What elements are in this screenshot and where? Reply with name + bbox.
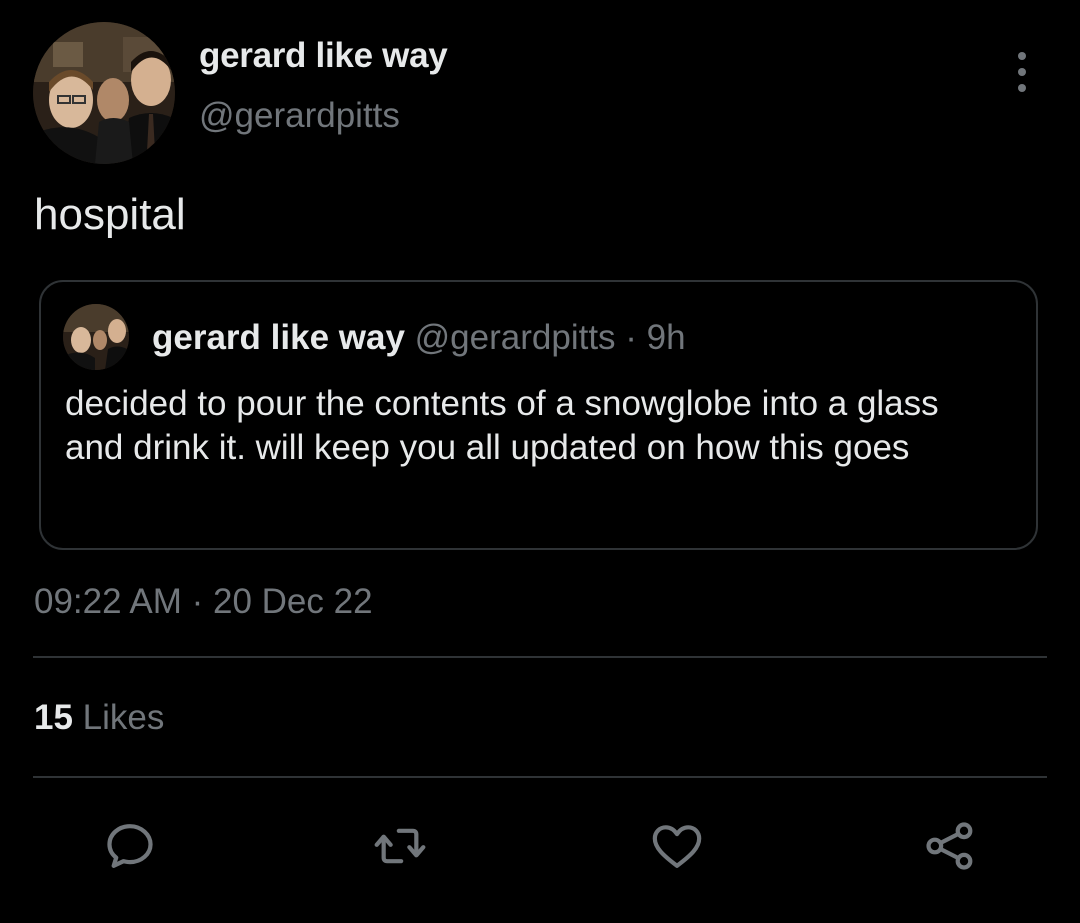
retweet-icon: [374, 828, 426, 864]
like-button[interactable]: [649, 818, 705, 874]
divider: [33, 776, 1047, 778]
avatar-photo: [33, 22, 175, 164]
divider: [33, 656, 1047, 658]
quoted-avatar-photo: [63, 304, 129, 370]
author-avatar[interactable]: [33, 22, 175, 164]
quoted-meta: @gerardpitts · 9h: [414, 318, 686, 357]
reply-button[interactable]: [102, 818, 158, 874]
quoted-header: gerard like way @gerardpitts · 9h: [152, 318, 686, 358]
quoted-author-avatar: [63, 304, 129, 370]
tweet-text: hospital: [34, 190, 186, 239]
likes-stat[interactable]: 15 Likes: [34, 698, 164, 738]
more-vertical-icon[interactable]: [1008, 52, 1036, 92]
tweet-timestamp[interactable]: 09:22 AM · 20 Dec 22: [34, 582, 373, 622]
retweet-button[interactable]: [372, 818, 428, 874]
share-icon: [926, 822, 973, 870]
likes-label: Likes: [82, 698, 165, 737]
author-display-name[interactable]: gerard like way: [199, 36, 448, 76]
likes-count: 15: [34, 698, 73, 737]
reply-icon: [107, 824, 153, 868]
quoted-tweet-card[interactable]: gerard like way @gerardpitts · 9h decide…: [39, 280, 1038, 550]
quoted-display-name: gerard like way: [152, 318, 405, 357]
author-handle[interactable]: @gerardpitts: [199, 96, 400, 136]
like-icon: [652, 825, 702, 868]
share-button[interactable]: [922, 818, 978, 874]
quoted-tweet-text: decided to pour the contents of a snowgl…: [65, 384, 939, 467]
